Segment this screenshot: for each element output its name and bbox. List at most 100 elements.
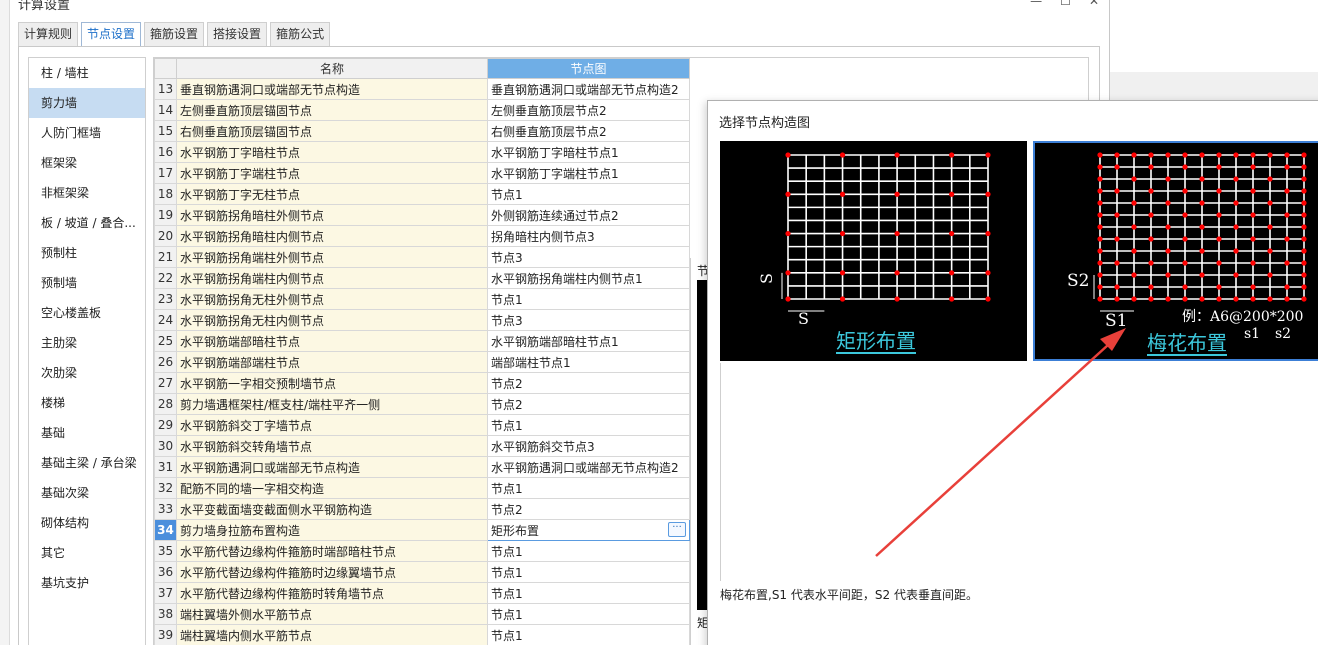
table-row[interactable]: 27 水平钢筋一字相交预制墙节点 节点2 [154, 372, 690, 394]
table-row[interactable]: 24 水平钢筋拐角无柱内侧节点 节点3 [154, 309, 690, 331]
close-button[interactable]: ✕ [1089, 0, 1099, 8]
row-node-graph[interactable]: 水平钢筋丁字端柱节点1 [487, 162, 690, 184]
row-node-graph[interactable]: 节点1 [487, 183, 690, 205]
row-name: 水平钢筋一字相交预制墙节点 [176, 372, 488, 394]
row-node-graph[interactable]: 外侧钢筋连续通过节点2 [487, 204, 690, 226]
category-item[interactable]: 人防门框墙 [29, 118, 145, 148]
rebar-tie-dot [1097, 188, 1103, 194]
rebar-tie-dot [1182, 296, 1188, 302]
category-item[interactable]: 框架梁 [29, 148, 145, 178]
rebar-tie-dot [1097, 296, 1103, 302]
table-row[interactable]: 29 水平钢筋斜交丁字墙节点 节点1 [154, 414, 690, 436]
table-row[interactable]: 37 水平筋代替边缘构件箍筋时转角墙节点 节点1 [154, 582, 690, 604]
row-node-graph[interactable]: 节点3 [487, 246, 690, 268]
category-item[interactable]: 非框架梁 [29, 178, 145, 208]
category-item[interactable]: 预制柱 [29, 238, 145, 268]
rebar-tie-dot [1148, 212, 1154, 218]
table-row[interactable]: 19 水平钢筋拐角暗柱外侧节点 外侧钢筋连续通过节点2 [154, 204, 690, 226]
category-item[interactable]: 预制墙 [29, 268, 145, 298]
row-node-graph[interactable]: 端部端柱节点1 [487, 351, 690, 373]
option-rectangular-layout[interactable]: S S 矩形布置 [720, 141, 1027, 361]
rebar-tie-dot [1233, 152, 1239, 158]
row-name: 水平钢筋丁字暗柱节点 [176, 141, 488, 163]
table-row[interactable]: 31 水平钢筋遇洞口或端部无节点构造 水平钢筋遇洞口或端部无节点构造2 [154, 456, 690, 478]
row-node-graph[interactable]: 水平钢筋遇洞口或端部无节点构造2 [487, 456, 690, 478]
row-node-graph[interactable]: 矩形布置 ··· [487, 519, 690, 541]
row-node-graph[interactable]: 节点1 [487, 624, 690, 645]
row-node-graph[interactable]: 节点2 [487, 393, 690, 415]
maximize-button[interactable]: ☐ [1060, 0, 1071, 8]
table-row[interactable]: 13 垂直钢筋遇洞口或端部无节点构造 垂直钢筋遇洞口或端部无节点构造2 [154, 78, 690, 100]
row-node-graph[interactable]: 水平钢筋端部暗柱节点1 [487, 330, 690, 352]
rebar-tie-dot [1182, 212, 1188, 218]
row-number: 31 [154, 456, 177, 478]
row-node-graph[interactable]: 节点2 [487, 372, 690, 394]
row-node-graph[interactable]: 节点1 [487, 288, 690, 310]
table-row[interactable]: 26 水平钢筋端部端柱节点 端部端柱节点1 [154, 351, 690, 373]
row-node-graph[interactable]: 右侧垂直筋顶层节点2 [487, 120, 690, 142]
rebar-tie-dot [1301, 248, 1307, 254]
category-item[interactable]: 基坑支护 [29, 568, 145, 598]
table-row[interactable]: 28 剪力墙遇框架柱/框支柱/端柱平齐一侧 节点2 [154, 393, 690, 415]
row-number: 36 [154, 561, 177, 583]
tab-stirrup-formula[interactable]: 箍筋公式 [270, 22, 331, 46]
row-node-graph[interactable]: 水平钢筋拐角端柱内侧节点1 [487, 267, 690, 289]
row-name: 水平筋代替边缘构件箍筋时转角墙节点 [176, 582, 488, 604]
caption-rectangular: 矩形布置 [836, 329, 916, 353]
category-item[interactable]: 板 / 坡道 / 叠合... [29, 208, 145, 238]
table-row[interactable]: 15 右侧垂直筋顶层锚固节点 右侧垂直筋顶层节点2 [154, 120, 690, 142]
row-node-graph[interactable]: 节点2 [487, 498, 690, 520]
category-item[interactable]: 主肋梁 [29, 328, 145, 358]
row-name: 水平变截面墙变截面侧水平钢筋构造 [176, 498, 488, 520]
table-row[interactable]: 39 端柱翼墙内侧水平筋节点 节点1 [154, 624, 690, 645]
table-row[interactable]: 34 剪力墙身拉筋布置构造 矩形布置 ··· [154, 519, 690, 541]
minimize-button[interactable]: — [1030, 0, 1042, 8]
row-node-graph[interactable]: 节点3 [487, 309, 690, 331]
rebar-tie-dot [1284, 164, 1290, 170]
table-row[interactable]: 23 水平钢筋拐角无柱外侧节点 节点1 [154, 288, 690, 310]
category-item[interactable]: 剪力墙 [29, 88, 145, 118]
category-item[interactable]: 基础主梁 / 承台梁 [29, 448, 145, 478]
row-node-graph[interactable]: 节点1 [487, 561, 690, 583]
category-item[interactable]: 基础次梁 [29, 478, 145, 508]
table-row[interactable]: 21 水平钢筋拐角端柱外侧节点 节点3 [154, 246, 690, 268]
category-item[interactable]: 柱 / 墙柱 [29, 58, 145, 88]
option-plum-layout[interactable]: S2 S1 例：A6@200*200 s1 s2 梅花布置 [1033, 141, 1318, 361]
category-item[interactable]: 楼梯 [29, 388, 145, 418]
category-item[interactable]: 空心楼盖板 [29, 298, 145, 328]
table-row[interactable]: 25 水平钢筋端部暗柱节点 水平钢筋端部暗柱节点1 [154, 330, 690, 352]
table-row[interactable]: 18 水平钢筋丁字无柱节点 节点1 [154, 183, 690, 205]
table-row[interactable]: 20 水平钢筋拐角暗柱内侧节点 拐角暗柱内侧节点3 [154, 225, 690, 247]
row-node-graph[interactable]: 左侧垂直筋顶层节点2 [487, 99, 690, 121]
row-node-graph[interactable]: 节点1 [487, 582, 690, 604]
table-row[interactable]: 38 端柱翼墙外侧水平筋节点 节点1 [154, 603, 690, 625]
table-row[interactable]: 35 水平筋代替边缘构件箍筋时端部暗柱节点 节点1 [154, 540, 690, 562]
row-node-graph[interactable]: 节点1 [487, 540, 690, 562]
category-item[interactable]: 次肋梁 [29, 358, 145, 388]
category-item[interactable]: 砌体结构 [29, 508, 145, 538]
tab-node-settings[interactable]: 节点设置 [81, 22, 142, 47]
table-row[interactable]: 33 水平变截面墙变截面侧水平钢筋构造 节点2 [154, 498, 690, 520]
table-row[interactable]: 30 水平钢筋斜交转角墙节点 水平钢筋斜交节点3 [154, 435, 690, 457]
row-node-graph[interactable]: 垂直钢筋遇洞口或端部无节点构造2 [487, 78, 690, 100]
row-node-graph[interactable]: 节点1 [487, 603, 690, 625]
row-node-graph-value: 矩形布置 [491, 523, 540, 538]
table-row[interactable]: 14 左侧垂直筋顶层锚固节点 左侧垂直筋顶层节点2 [154, 99, 690, 121]
tab-lap-settings[interactable]: 搭接设置 [207, 22, 268, 46]
table-row[interactable]: 17 水平钢筋丁字端柱节点 水平钢筋丁字端柱节点1 [154, 162, 690, 184]
table-row[interactable]: 22 水平钢筋拐角端柱内侧节点 水平钢筋拐角端柱内侧节点1 [154, 267, 690, 289]
table-row[interactable]: 32 配筋不同的墙一字相交构造 节点1 [154, 477, 690, 499]
row-node-graph[interactable]: 节点1 [487, 477, 690, 499]
tab-stirrup-settings[interactable]: 箍筋设置 [144, 22, 205, 46]
category-item[interactable]: 基础 [29, 418, 145, 448]
row-node-graph[interactable]: 水平钢筋斜交节点3 [487, 435, 690, 457]
rebar-tie-dot [1131, 176, 1137, 182]
category-item[interactable]: 其它 [29, 538, 145, 568]
row-node-graph[interactable]: 拐角暗柱内侧节点3 [487, 225, 690, 247]
browse-button[interactable]: ··· [668, 522, 686, 537]
row-node-graph[interactable]: 水平钢筋丁字暗柱节点1 [487, 141, 690, 163]
row-node-graph[interactable]: 节点1 [487, 414, 690, 436]
table-row[interactable]: 16 水平钢筋丁字暗柱节点 水平钢筋丁字暗柱节点1 [154, 141, 690, 163]
tab-calc-rules[interactable]: 计算规则 [18, 22, 79, 46]
table-row[interactable]: 36 水平筋代替边缘构件箍筋时边缘翼墙节点 节点1 [154, 561, 690, 583]
